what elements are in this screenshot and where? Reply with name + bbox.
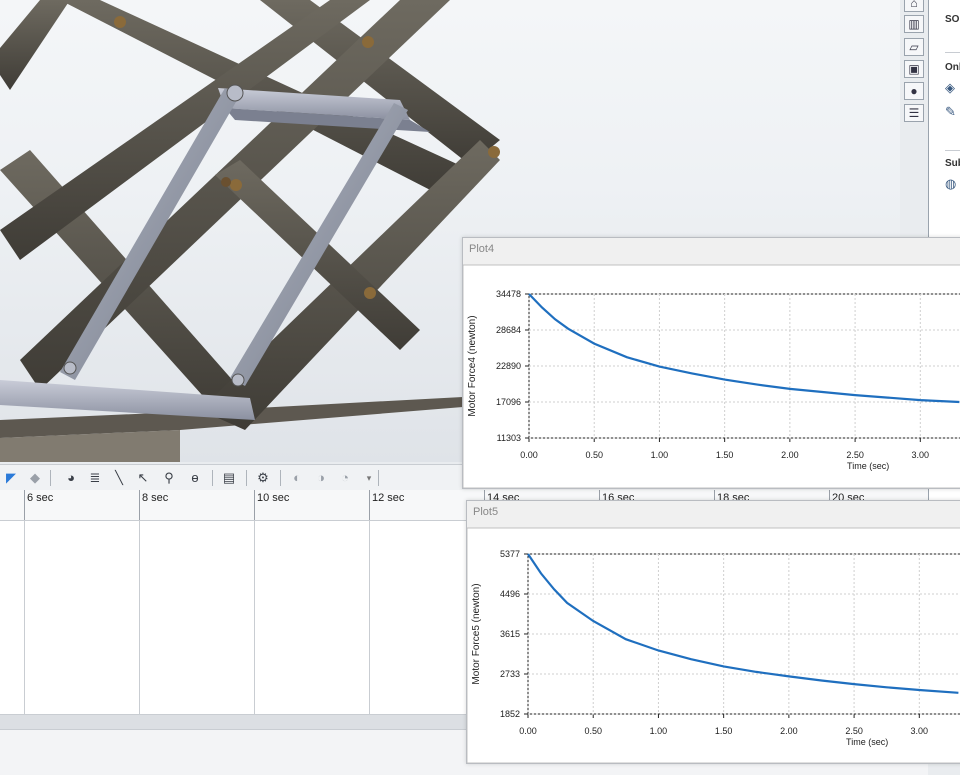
motor-icon[interactable]: ◕ xyxy=(62,469,80,487)
timeline-label: 6 sec xyxy=(27,492,54,504)
task-pane-section-header: Sub xyxy=(945,158,960,169)
y-tick-label: 22890 xyxy=(496,361,521,371)
y-tick-label: 11303 xyxy=(497,433,521,443)
contact-icon[interactable]: ⚲ xyxy=(160,469,178,487)
y-tick-label: 1852 xyxy=(500,709,520,719)
gravity-icon[interactable]: ɵ xyxy=(186,469,204,487)
ruler-major-tick xyxy=(254,490,255,520)
task-pane-section-header: Onl xyxy=(945,62,960,73)
plot4-chart: 0.00 0.50 1.00 1.50 2.00 2.50 3.00 34478 28684 22… xyxy=(463,264,960,488)
ruler-major-tick xyxy=(139,490,140,520)
home-icon[interactable]: ⌂ xyxy=(904,0,924,12)
motion-study-icon[interactable]: ◤ xyxy=(2,469,20,487)
timeline-label: 8 sec xyxy=(142,492,169,504)
toolbar-divider xyxy=(246,470,247,486)
x-tick-label: 3.00 xyxy=(911,726,929,736)
parts-icon[interactable]: ▥ xyxy=(904,15,924,33)
plot5-chart: 0.00 0.50 1.00 1.50 2.00 2.50 3.00 5377 4496 3615… xyxy=(467,527,960,763)
task-pane-section-header: SOL xyxy=(945,14,960,25)
subscription-icon[interactable]: ◍ xyxy=(945,176,960,192)
x-tick-label: 2.50 xyxy=(845,726,863,736)
motion-study-properties-icon[interactable]: ⚙ xyxy=(254,469,272,487)
folder-icon[interactable]: ▱ xyxy=(904,38,924,56)
toolbar-divider xyxy=(280,470,281,486)
x-tick-label: 0.00 xyxy=(519,726,537,736)
x-tick-label: 1.00 xyxy=(650,726,668,736)
view-palette-icon[interactable]: ▣ xyxy=(904,60,924,78)
forum-icon[interactable]: ◈ xyxy=(945,80,960,96)
timeline-gridline xyxy=(139,520,140,715)
plot4-window[interactable]: Plot4 0.00 0.50 1.00 1.50 2.00 2.50 3.00 34478 2… xyxy=(462,237,960,489)
animation-wizard-icon[interactable]: ◆ xyxy=(26,469,44,487)
timeline-gridline xyxy=(369,520,370,715)
spring-icon[interactable]: ≣ xyxy=(86,469,104,487)
toolbar-divider xyxy=(50,470,51,486)
x-tick-label: 2.00 xyxy=(781,450,799,460)
results-plot-icon[interactable]: ▤ xyxy=(220,469,238,487)
x-axis-label: Time (sec) xyxy=(846,737,888,747)
y-tick-label: 34478 xyxy=(496,289,521,299)
calculate-icon[interactable]: ◐ xyxy=(288,469,306,487)
simulation-icon[interactable]: ◔ xyxy=(336,469,354,487)
y-tick-label: 3615 xyxy=(500,629,520,639)
y-axis-label: Motor Force5 (newton) xyxy=(471,583,482,684)
ruler-major-tick xyxy=(24,490,25,520)
select-icon[interactable]: ↖ xyxy=(134,469,152,487)
timeline-label: 12 sec xyxy=(372,492,405,504)
x-tick-label: 0.00 xyxy=(520,450,538,460)
plot-background xyxy=(467,527,960,763)
separator xyxy=(945,52,960,53)
x-tick-label: 1.50 xyxy=(716,450,734,460)
toolbar-divider xyxy=(212,470,213,486)
appearance-icon[interactable]: ● xyxy=(904,82,924,100)
ruler-major-tick xyxy=(369,490,370,520)
x-axis-label: Time (sec) xyxy=(847,461,889,471)
handshake-icon[interactable]: ✎ xyxy=(945,104,960,120)
toolbar-divider xyxy=(378,470,379,486)
y-tick-label: 4496 xyxy=(500,589,520,599)
x-tick-label: 2.00 xyxy=(780,726,798,736)
timeline-gridline xyxy=(24,520,25,715)
x-tick-label: 0.50 xyxy=(584,726,602,736)
y-tick-label: 17096 xyxy=(496,397,521,407)
plot5-window[interactable]: Plot5 0.00 0.50 1.00 1.50 2.00 2.50 3.00 5377 44… xyxy=(466,500,960,764)
x-tick-label: 2.50 xyxy=(846,450,864,460)
x-tick-label: 1.00 xyxy=(651,450,669,460)
x-tick-label: 1.50 xyxy=(715,726,733,736)
separator xyxy=(945,150,960,151)
y-tick-label: 2733 xyxy=(500,669,520,679)
y-tick-label: 5377 xyxy=(500,549,520,559)
x-tick-label: 3.00 xyxy=(912,450,930,460)
simulation-setup-icon[interactable]: ◑ xyxy=(312,469,330,487)
x-tick-label: 0.50 xyxy=(585,450,603,460)
custom-properties-icon[interactable]: ☰ xyxy=(904,104,924,122)
timeline-gridline xyxy=(254,520,255,715)
timeline-label: 10 sec xyxy=(257,492,290,504)
y-tick-label: 28684 xyxy=(496,325,521,335)
y-axis-label: Motor Force4 (newton) xyxy=(467,315,478,416)
damper-icon[interactable]: ╲ xyxy=(110,469,128,487)
more-dropdown-icon[interactable]: ▾ xyxy=(360,469,378,487)
